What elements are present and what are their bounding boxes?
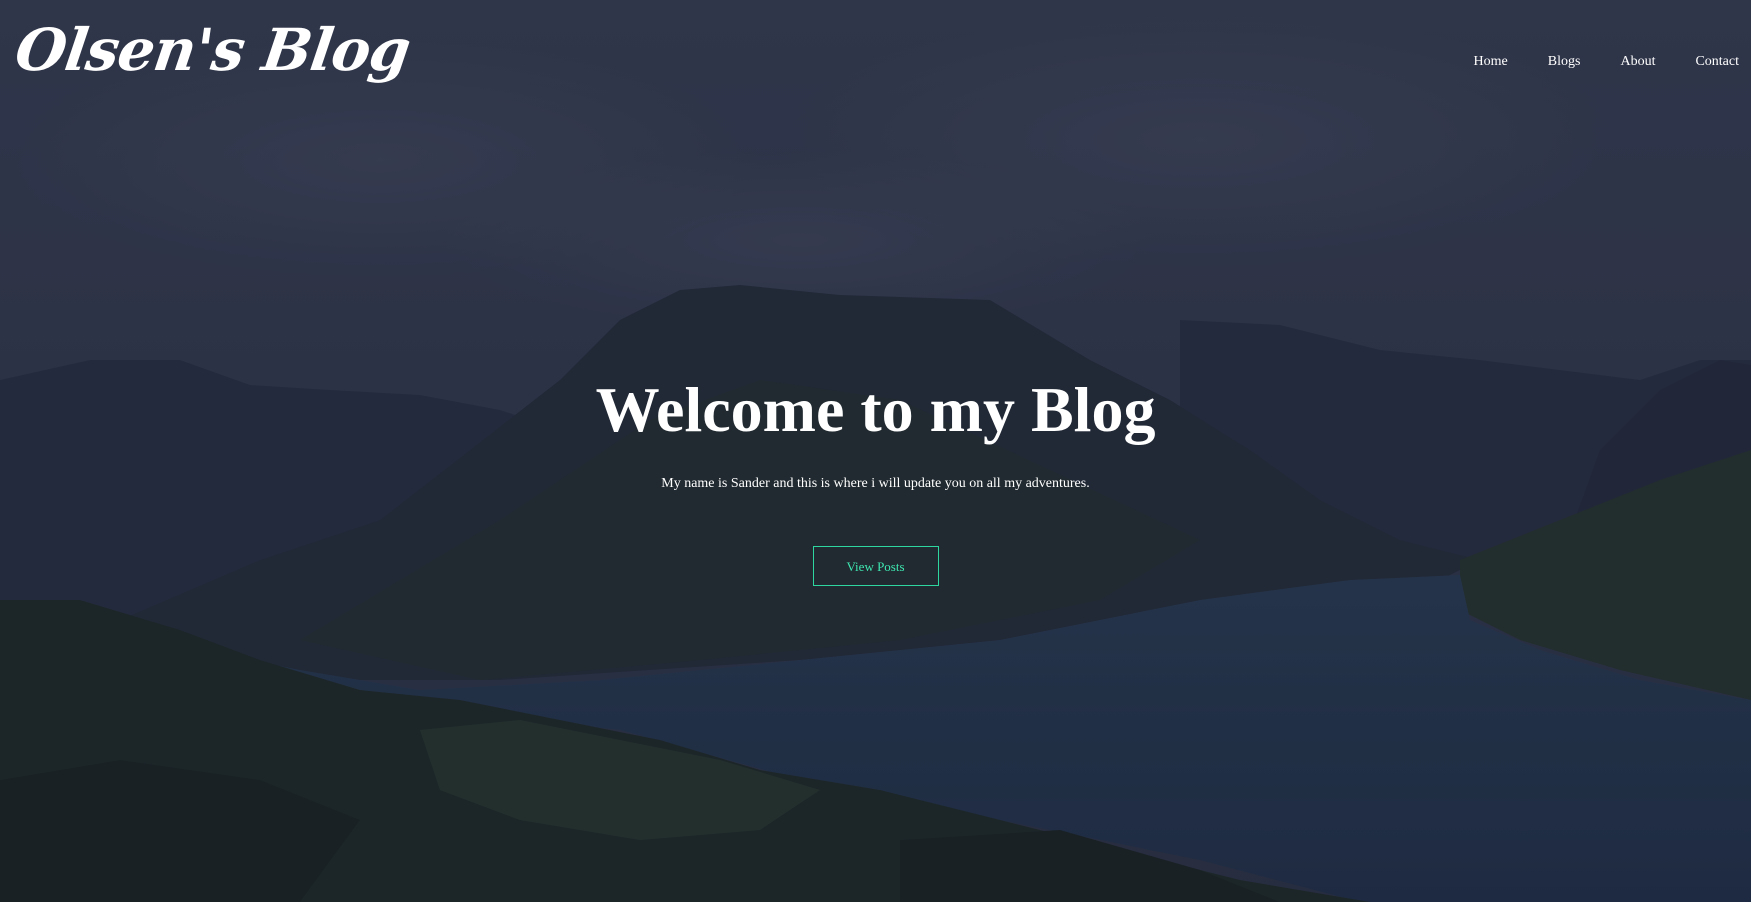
- view-posts-button[interactable]: View Posts: [812, 546, 939, 586]
- site-header: Olsen's Blog Home Blogs About Contact: [0, 0, 1751, 120]
- cta-wrapper: View Posts: [0, 546, 1751, 586]
- nav-link-home[interactable]: Home: [1446, 52, 1520, 72]
- nav-link-blogs[interactable]: Blogs: [1520, 52, 1593, 72]
- hero-subtitle: My name is Sander and this is where i wi…: [661, 476, 1090, 491]
- hero-title: Welcome to my Blog: [595, 374, 1156, 445]
- nav-link-about[interactable]: About: [1592, 52, 1667, 72]
- site-logo[interactable]: Olsen's Blog: [11, 16, 414, 86]
- main-nav: Home Blogs About Contact: [1446, 52, 1751, 72]
- hero-content: Welcome to my Blog My name is Sander and…: [0, 370, 1751, 586]
- nav-link-contact[interactable]: Contact: [1667, 52, 1751, 72]
- hero-section: Olsen's Blog Home Blogs About Contact We…: [0, 0, 1751, 902]
